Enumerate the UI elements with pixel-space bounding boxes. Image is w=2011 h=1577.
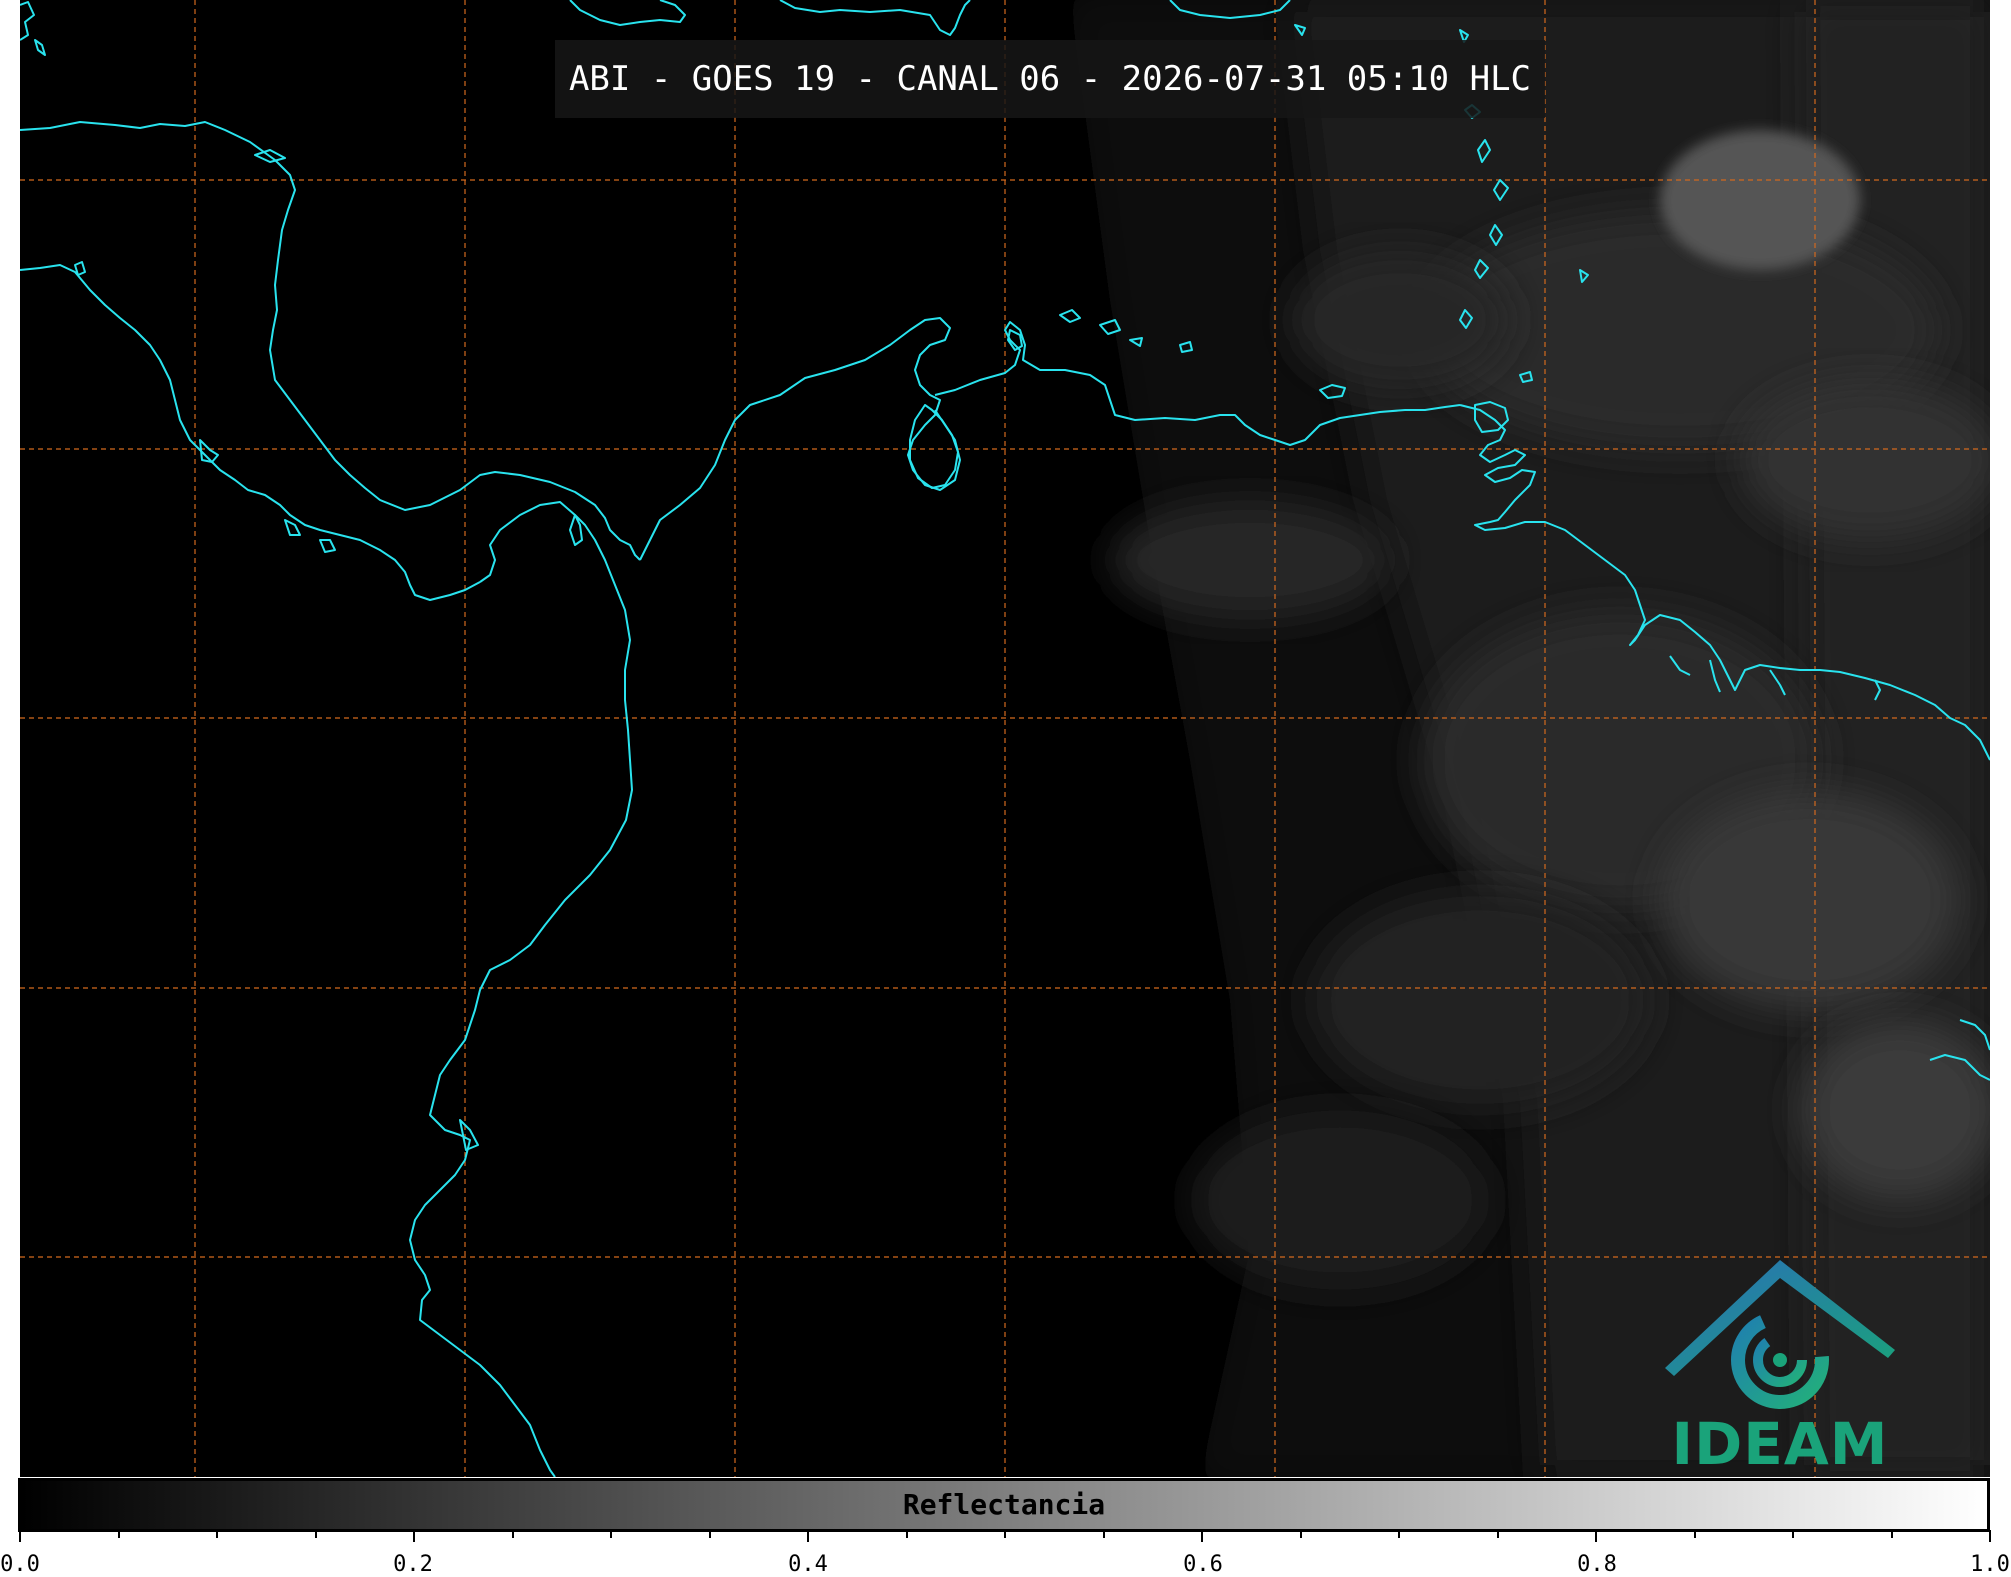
map-title: ABI - GOES 19 - CANAL 06 - 2026-07-31 05… xyxy=(555,40,1545,118)
major-tick xyxy=(807,1530,809,1542)
major-tick xyxy=(1989,1530,1991,1542)
tick-label: 0.4 xyxy=(788,1552,828,1577)
minor-tick xyxy=(1890,1530,1893,1538)
major-tick xyxy=(19,1530,21,1542)
tick-label: 0.2 xyxy=(393,1552,433,1577)
minor-tick xyxy=(1398,1530,1400,1538)
minor-tick xyxy=(117,1530,120,1538)
ideam-logo: IDEAM xyxy=(1660,1250,1900,1477)
major-tick xyxy=(1595,1530,1597,1542)
minor-tick xyxy=(314,1530,317,1538)
minor-tick xyxy=(1693,1530,1696,1538)
tick-label: 0.8 xyxy=(1577,1552,1617,1577)
ideam-logo-text: IDEAM xyxy=(1671,1410,1889,1477)
minor-tick xyxy=(216,1530,218,1538)
minor-tick xyxy=(1102,1530,1105,1538)
ideam-logo-icon xyxy=(1665,1260,1895,1409)
reflectance-colorbar: Reflectancia xyxy=(18,1478,1990,1532)
minor-tick xyxy=(708,1530,711,1538)
minor-tick xyxy=(1299,1530,1302,1538)
satellite-map: ABI - GOES 19 - CANAL 06 - 2026-07-31 05… xyxy=(20,0,1990,1477)
tick-label: 0.0 xyxy=(0,1552,40,1577)
minor-tick xyxy=(905,1530,908,1538)
colorbar-ticks: 0.0 0.2 0.4 0.6 0.8 1.0 xyxy=(0,1530,2011,1577)
tick-label: 0.6 xyxy=(1183,1552,1223,1577)
colorbar-label: Reflectancia xyxy=(902,1488,1106,1521)
minor-tick xyxy=(1004,1530,1006,1538)
minor-tick xyxy=(1792,1530,1794,1538)
major-tick xyxy=(1201,1530,1203,1542)
minor-tick xyxy=(1496,1530,1499,1538)
minor-tick xyxy=(511,1530,514,1538)
minor-tick xyxy=(610,1530,612,1538)
tick-label: 1.0 xyxy=(1970,1552,2010,1577)
major-tick xyxy=(413,1530,415,1542)
